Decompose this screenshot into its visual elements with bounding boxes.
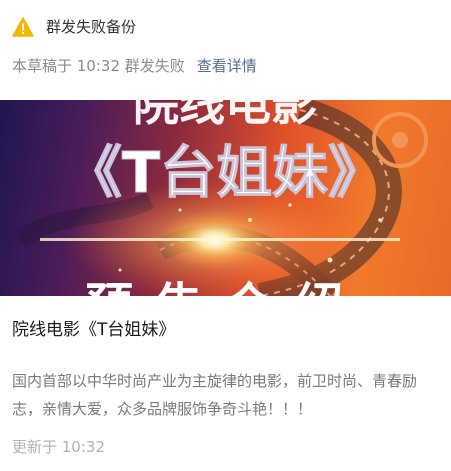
warning-title: 群发失败备份 <box>46 18 137 36</box>
banner-top-text: 院线电影 <box>133 100 317 131</box>
banner-main-text: 《T台姐妹》 <box>66 141 384 206</box>
article-title[interactable]: 院线电影《T台姐妹》 <box>12 318 175 342</box>
light-streak <box>40 238 400 241</box>
status-row: 本草稿于 10:32 群发失败 查看详情 <box>12 55 257 77</box>
cover-image[interactable]: 院线电影 《T台姐妹》 预告介绍 <box>0 100 451 296</box>
view-details-link[interactable]: 查看详情 <box>197 57 257 75</box>
warning-row: 群发失败备份 <box>12 16 136 38</box>
warning-icon <box>12 17 34 37</box>
cover-artwork: 院线电影 《T台姐妹》 预告介绍 <box>14 100 428 296</box>
article-description: 国内首部以中华时尚产业为主旋律的电影，前卫时尚、青春励志，亲情大爱，众多品牌服饰… <box>12 372 418 418</box>
status-text: 本草稿于 10:32 群发失败 <box>12 57 185 75</box>
banner-bottom-text: 预告介绍 <box>85 278 365 296</box>
updated-time: 更新于 10:32 <box>12 438 105 456</box>
